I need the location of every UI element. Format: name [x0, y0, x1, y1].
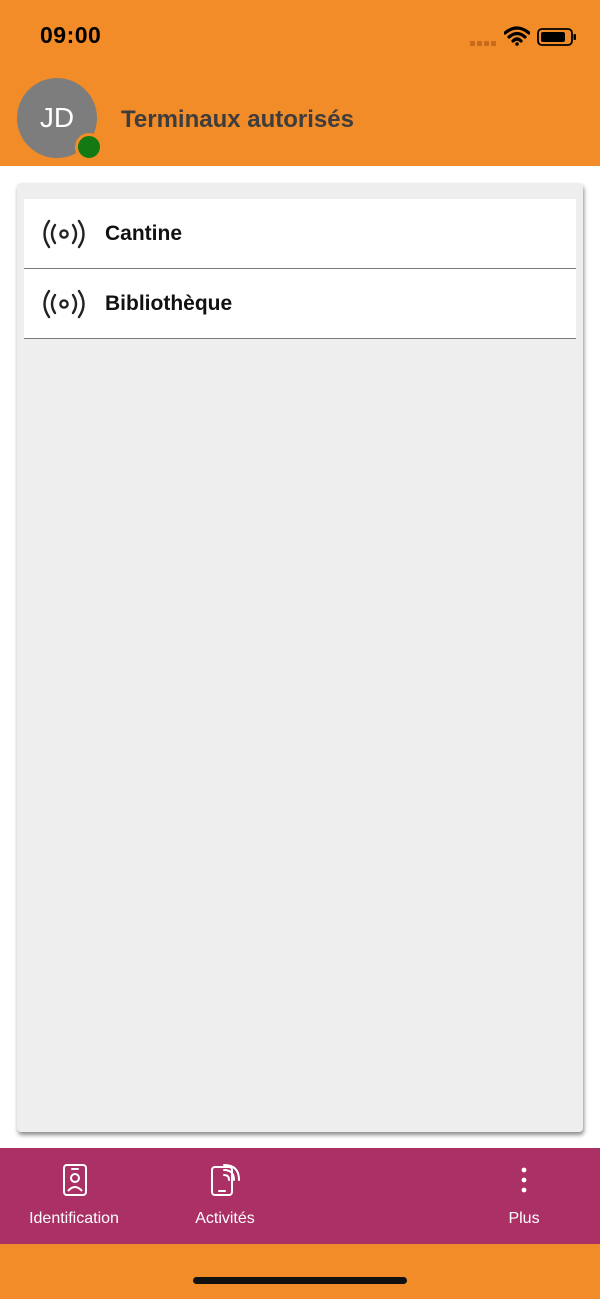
terminal-label: Cantine	[105, 221, 183, 245]
tab-plus[interactable]: Plus	[494, 1148, 554, 1244]
tab-label: Plus	[508, 1210, 540, 1227]
wifi-icon	[504, 26, 530, 46]
list-item[interactable]: Bibliothèque	[24, 269, 576, 339]
status-bar: 09:00	[0, 0, 600, 80]
more-vertical-icon	[521, 1167, 527, 1193]
terminal-label: Bibliothèque	[105, 291, 233, 315]
list-item[interactable]: Cantine	[24, 199, 576, 269]
terminal-list: Cantine Bibliothèque	[24, 199, 576, 339]
app-header: JD Terminaux autorisés	[0, 78, 600, 166]
cellular-signal-icon	[470, 41, 496, 46]
phone-nfc-icon	[211, 1164, 240, 1196]
tab-bar: Identification Activités Plus	[0, 1148, 600, 1244]
status-time: 09:00	[40, 22, 102, 48]
terminals-card: Cantine Bibliothèque	[17, 183, 583, 1132]
tab-identification[interactable]: Identification	[14, 1148, 134, 1244]
presence-status-indicator	[75, 133, 103, 161]
battery-icon	[537, 28, 576, 46]
tab-label: Activités	[195, 1210, 255, 1227]
tab-activites[interactable]: Activités	[168, 1148, 282, 1244]
page-title: Terminaux autorisés	[121, 106, 354, 133]
home-indicator-area	[0, 1244, 600, 1299]
broadcast-icon	[43, 289, 85, 319]
tab-label: Identification	[29, 1210, 119, 1227]
home-indicator[interactable]	[193, 1277, 407, 1284]
id-badge-icon	[63, 1164, 87, 1196]
avatar-initials: JD	[39, 102, 75, 133]
broadcast-icon	[43, 219, 85, 249]
